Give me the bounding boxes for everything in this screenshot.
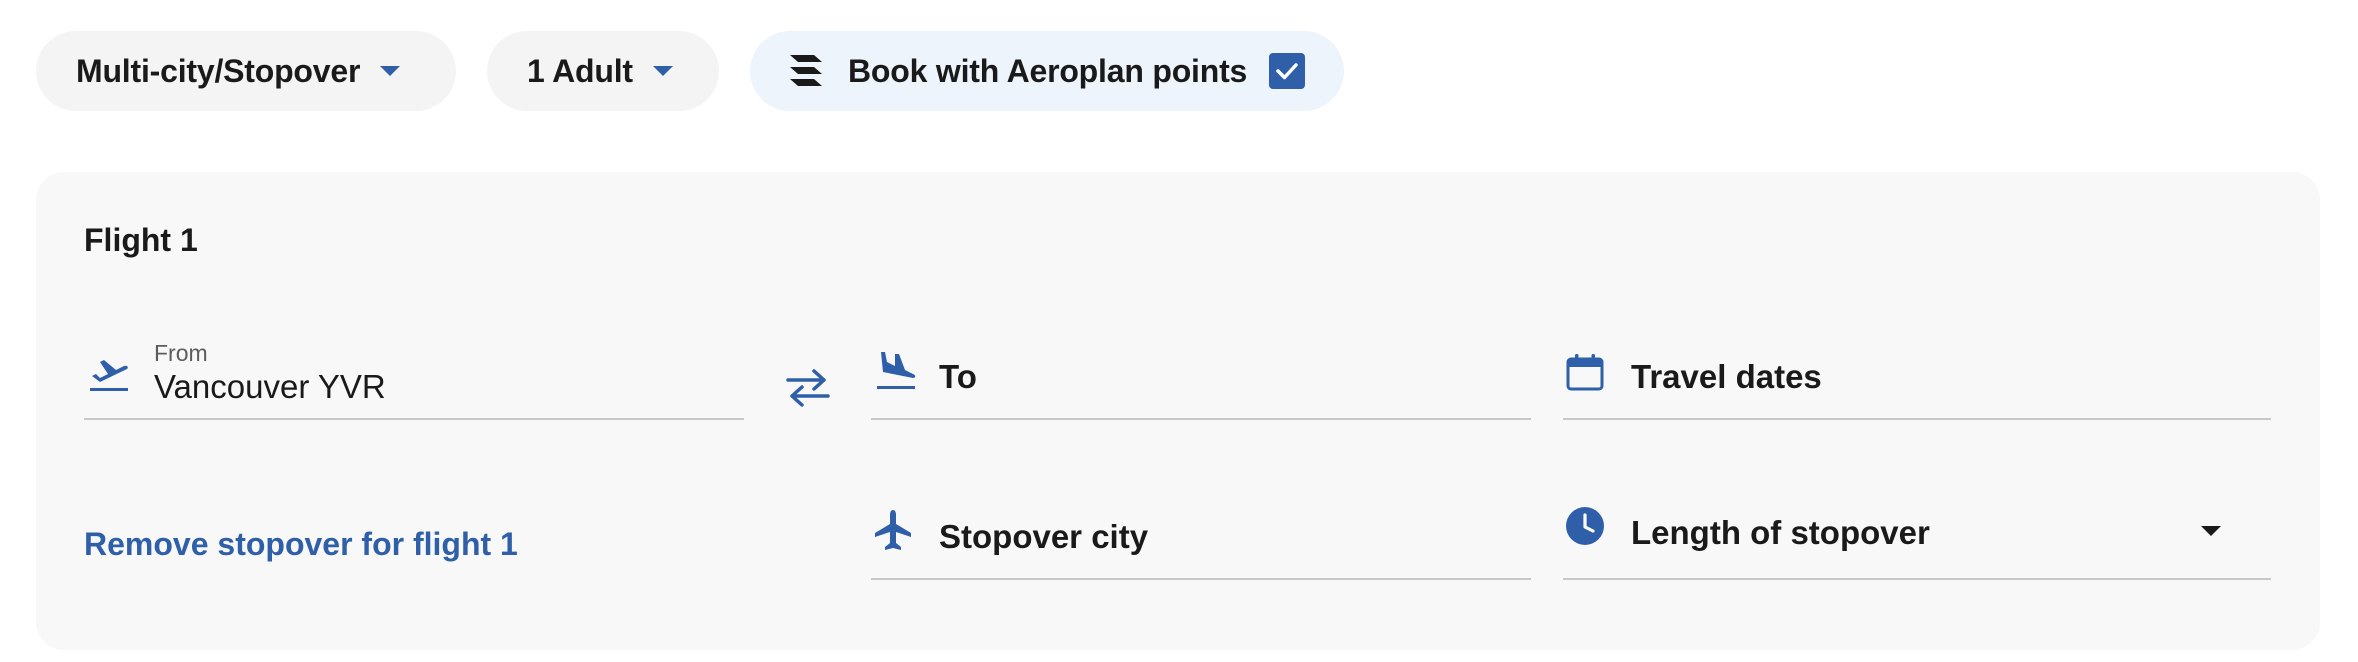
from-label: From [154,340,208,366]
trip-type-dropdown[interactable]: Multi-city/Stopover [36,31,456,111]
from-field[interactable]: From Vancouver YVR [84,330,744,420]
stopover-city-placeholder: Stopover city [939,518,1149,555]
stopover-length-dropdown[interactable]: Length of stopover [1563,490,2271,580]
stopover-city-field[interactable]: Stopover city [871,490,1531,580]
aeroplan-points-checkbox[interactable] [1269,53,1306,89]
checkmark-icon [1276,63,1298,80]
trip-type-label: Multi-city/Stopover [76,52,361,89]
plane-departure-icon [90,360,128,391]
from-value: Vancouver YVR [154,368,386,405]
passengers-label: 1 Adult [527,52,633,89]
aeroplan-points-label: Book with Aeroplan points [848,52,1248,89]
plane-arrival-icon [877,352,916,389]
plane-icon [875,510,911,550]
aeroplan-logo-icon [790,55,822,86]
to-placeholder: To [939,358,977,395]
travel-dates-field[interactable]: Travel dates [1563,330,2271,420]
chevron-down-icon [380,66,401,76]
chevron-down-icon [652,66,673,76]
flight-title: Flight 1 [84,222,198,258]
chevron-down-icon [2201,526,2221,536]
calendar-icon [1566,354,1604,391]
aeroplan-points-toggle[interactable]: Book with Aeroplan points [750,31,1344,111]
remove-stopover-link[interactable]: Remove stopover for flight 1 [84,526,518,563]
swap-button[interactable] [784,366,832,410]
stopover-length-placeholder: Length of stopover [1631,514,1930,551]
passengers-dropdown[interactable]: 1 Adult [487,31,719,111]
travel-dates-placeholder: Travel dates [1631,358,1822,395]
swap-arrows-icon [786,369,830,407]
to-field[interactable]: To [871,330,1531,420]
clock-icon [1566,507,1604,545]
